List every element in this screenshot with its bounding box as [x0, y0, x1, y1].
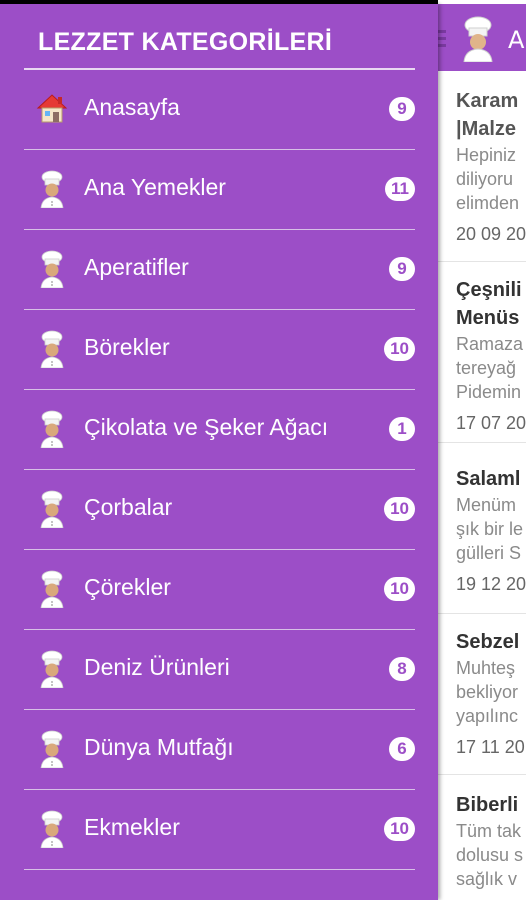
article-excerpt: sağlık v	[456, 869, 518, 889]
category-count-badge: 6	[389, 737, 415, 761]
article-item[interactable]: Karam |Malze Hepiniz diliyoru elimden 20…	[438, 71, 526, 262]
article-title: |Malze	[456, 118, 517, 140]
category-count-badge: 10	[384, 337, 415, 361]
article-excerpt: tereyağ	[456, 358, 517, 378]
navigation-drawer: LEZZET KATEGORİLERİ Anasayfa 9 Ana Yemekle…	[0, 4, 438, 900]
category-item[interactable]: Börekler 10	[24, 310, 415, 390]
main-panel: A Karam |Malze Hepiniz diliyoru elimden …	[438, 0, 526, 900]
article-date: 20 09 20	[456, 224, 526, 244]
article-title: Sebzel	[456, 631, 520, 653]
article-title: Menüs	[456, 307, 520, 329]
drawer-toggle-icon[interactable]	[438, 30, 446, 52]
category-item[interactable]: Çörekler 10	[24, 550, 415, 630]
category-label: Dünya Mutfağı	[84, 734, 234, 760]
category-item[interactable]: Dünya Mutfağı 6	[24, 710, 415, 790]
article-excerpt: gülleri S	[456, 543, 522, 563]
category-item[interactable]: Çorbalar 10	[24, 470, 415, 550]
article-date: 17 11 20	[456, 737, 525, 757]
chef-icon	[36, 570, 68, 609]
article-title: Biberli	[456, 794, 519, 816]
article-excerpt: Tüm tak	[456, 821, 522, 841]
article-item[interactable]: Çeşnili Menüs Ramaza tereyağ Pidemin 17 …	[438, 262, 526, 443]
article-excerpt: Pidemin	[456, 382, 522, 402]
article-excerpt: bekliyor	[456, 682, 519, 702]
article-excerpt: Hepiniz	[456, 145, 517, 165]
category-count-badge: 10	[384, 817, 415, 841]
article-item[interactable]: Biberli Tüm tak dolusu s sağlık v	[438, 775, 526, 900]
category-count-badge: 11	[385, 177, 415, 201]
chef-icon	[36, 810, 68, 849]
article-title: Karam	[456, 90, 519, 112]
chef-icon	[36, 490, 68, 529]
article-excerpt: dolusu s	[456, 845, 524, 865]
category-count-badge: 9	[389, 97, 415, 121]
house-icon	[36, 90, 68, 128]
category-label: Ana Yemekler	[84, 174, 226, 200]
article-excerpt: diliyoru	[456, 169, 514, 189]
chef-icon	[36, 650, 68, 689]
article-item[interactable]: Salaml Menüm şık bir le gülleri S 19 12 …	[438, 443, 526, 614]
chef-icon	[36, 410, 68, 449]
article-item[interactable]: Sebzel Muhteş bekliyor yapılınc 17 11 20	[438, 614, 526, 775]
chef-icon	[36, 170, 68, 209]
chef-icon	[36, 330, 68, 369]
category-label: Aperatifler	[84, 254, 189, 280]
article-excerpt: şık bir le	[456, 519, 524, 539]
chef-icon	[36, 730, 68, 769]
chef-logo-icon[interactable]	[460, 16, 496, 62]
category-item[interactable]: Ana Yemekler 11	[24, 150, 415, 230]
article-excerpt: Menüm	[456, 495, 517, 515]
category-label: Çikolata ve Şeker Ağacı	[84, 414, 329, 440]
chef-icon	[36, 250, 68, 289]
category-label: Börekler	[84, 334, 170, 360]
category-item[interactable]: Deniz Ürünleri 8	[24, 630, 415, 710]
article-excerpt: yapılınc	[456, 706, 519, 726]
category-list: Anasayfa 9 Ana Yemekler 11 Aperatifler 9 Börek…	[24, 70, 415, 870]
category-label: Çorbalar	[84, 494, 173, 520]
app-title: A	[508, 26, 525, 54]
category-label: Çörekler	[84, 574, 171, 600]
article-title: Salaml	[456, 468, 521, 490]
category-count-badge: 1	[389, 417, 415, 441]
article-date: 19 12 20	[456, 574, 526, 594]
article-excerpt: Muhteş	[456, 658, 516, 678]
category-item[interactable]: Anasayfa 9	[24, 70, 415, 150]
category-label: Anasayfa	[84, 94, 180, 120]
action-bar: A	[438, 4, 526, 71]
drawer-title: LEZZET KATEGORİLERİ	[38, 28, 333, 56]
category-count-badge: 8	[389, 657, 415, 681]
article-excerpt: Ramaza	[456, 334, 524, 354]
category-label: Ekmekler	[84, 814, 180, 840]
category-count-badge: 10	[384, 577, 415, 601]
category-label: Deniz Ürünleri	[84, 654, 230, 680]
category-item[interactable]: Aperatifler 9	[24, 230, 415, 310]
category-item[interactable]: Çikolata ve Şeker Ağacı 1	[24, 390, 415, 470]
category-count-badge: 10	[384, 497, 415, 521]
category-item[interactable]: Ekmekler 10	[24, 790, 415, 870]
article-title: Çeşnili	[456, 279, 522, 301]
category-count-badge: 9	[389, 257, 415, 281]
article-excerpt: elimden	[456, 193, 520, 213]
article-date: 17 07 20	[456, 413, 526, 433]
